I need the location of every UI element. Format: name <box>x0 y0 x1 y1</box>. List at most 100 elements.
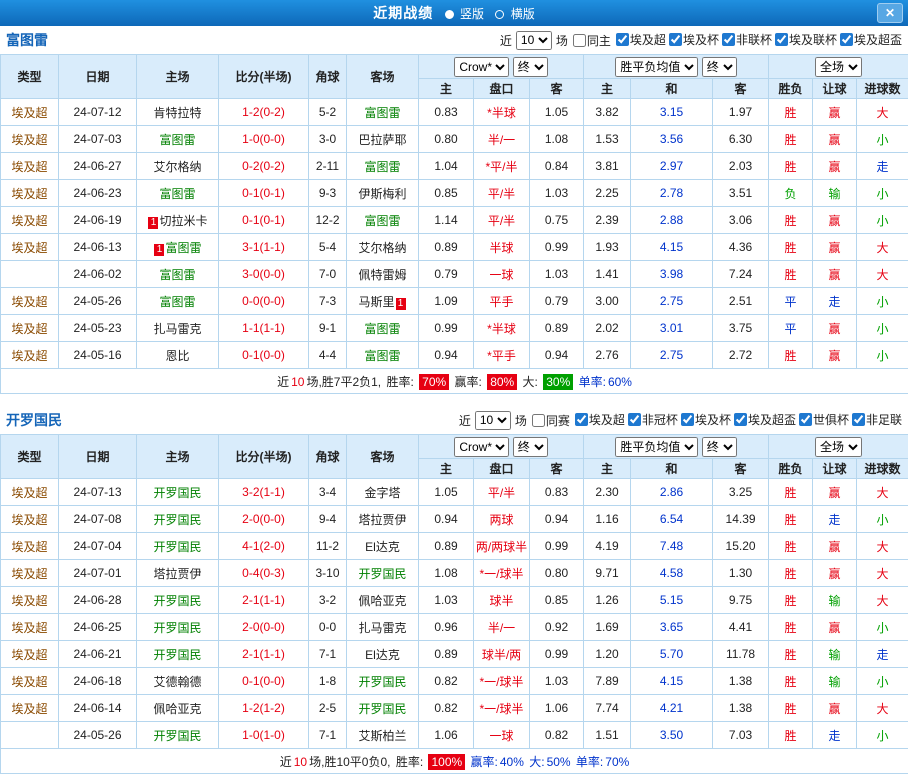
odds-time-select[interactable]: 终 <box>513 437 548 457</box>
odds-company-select[interactable]: Crow* <box>454 437 509 457</box>
match-count-select[interactable]: 10 <box>475 411 511 430</box>
league-checkbox[interactable] <box>840 33 853 46</box>
score: 0-0(0-0) <box>219 288 309 315</box>
titlebar: 近期战绩 竖版 横版 ✕ <box>0 0 908 26</box>
league-type: 埃及超 <box>1 587 59 614</box>
league-filter[interactable]: 埃及联杯 <box>775 31 837 48</box>
avg-draw-odds: 3.65 <box>631 614 713 641</box>
home-team: 1切拉米卡 <box>137 207 219 234</box>
league-checkbox[interactable] <box>681 413 694 426</box>
league-checkbox[interactable] <box>669 33 682 46</box>
result-wdl: 胜 <box>769 479 813 506</box>
league-checkbox[interactable] <box>852 413 865 426</box>
league-checkbox[interactable] <box>775 33 788 46</box>
home-water-odds: 0.94 <box>419 342 474 369</box>
away-team: 塔拉贾伊 <box>347 506 419 533</box>
close-button[interactable]: ✕ <box>877 3 903 23</box>
scope-select[interactable]: 全场 <box>815 437 862 457</box>
match-row: 埃及超24-06-28开罗国民2-1(1-1)3-2佩哈亚克1.03球半0.85… <box>1 587 908 614</box>
stat-value: 60% <box>608 375 632 389</box>
filter-bar: 近 10 场 同赛 埃及超非冠杯埃及杯埃及超盃世俱杯非足联 <box>459 411 902 430</box>
result-handicap: 赢 <box>813 533 857 560</box>
handicap-line: *一/球半 <box>474 560 530 587</box>
avg-away-odds: 3.06 <box>713 207 769 234</box>
league-checkbox[interactable] <box>616 33 629 46</box>
same-condition-input[interactable] <box>573 34 586 47</box>
avg-draw-odds: 2.78 <box>631 180 713 207</box>
league-filter[interactable]: 世俱杯 <box>799 411 849 428</box>
score: 2-1(1-1) <box>219 587 309 614</box>
same-condition-input[interactable] <box>532 414 545 427</box>
league-filter[interactable]: 埃及超盃 <box>840 31 902 48</box>
avg-draw-odds: 3.01 <box>631 315 713 342</box>
away-team: 金字塔 <box>347 479 419 506</box>
league-checkbox[interactable] <box>628 413 641 426</box>
horizontal-layout-radio[interactable] <box>495 10 504 19</box>
score: 0-2(0-2) <box>219 153 309 180</box>
match-date: 24-06-14 <box>59 695 137 722</box>
result-goals: 大 <box>857 479 908 506</box>
col-avg-draw: 和 <box>631 79 713 99</box>
avg-home-odds: 1.93 <box>584 234 631 261</box>
league-filter[interactable]: 非联杯 <box>722 31 772 48</box>
odds-time-select[interactable]: 终 <box>513 57 548 77</box>
col-avg-away: 客 <box>713 79 769 99</box>
same-condition-checkbox[interactable]: 同主 <box>573 32 611 49</box>
away-water-odds: 0.84 <box>530 153 584 180</box>
match-count-select[interactable]: 10 <box>516 31 552 50</box>
avg-odds-select[interactable]: 胜平负均值 <box>615 437 698 457</box>
team-panel: 开罗国民 近 10 场 同赛 埃及超非冠杯埃及杯埃及超盃世俱杯非足联 <box>0 406 908 774</box>
home-team-name: 扎马雷克 <box>153 322 201 336</box>
vertical-layout-label[interactable]: 竖版 <box>460 7 484 21</box>
home-team-name: 富图雷 <box>165 241 201 255</box>
league-filter[interactable]: 埃及杯 <box>681 411 731 428</box>
col-odds-home: 主 <box>419 79 474 99</box>
away-water-odds: 1.03 <box>530 668 584 695</box>
avg-home-odds: 2.76 <box>584 342 631 369</box>
home-water-odds: 1.04 <box>419 153 474 180</box>
avg-time-select[interactable]: 终 <box>702 437 737 457</box>
home-team: 1富图雷 <box>137 234 219 261</box>
score: 0-1(0-1) <box>219 207 309 234</box>
col-type: 类型 <box>1 55 59 99</box>
league-filter[interactable]: 非足联 <box>852 411 902 428</box>
handicap-line: *平手 <box>474 342 530 369</box>
result-goals: 走 <box>857 153 908 180</box>
games-label: 场 <box>556 32 568 49</box>
corners: 9-3 <box>309 180 347 207</box>
league-checkbox[interactable] <box>722 33 735 46</box>
odds-company-select[interactable]: Crow* <box>454 57 509 77</box>
league-filter[interactable]: 埃及杯 <box>669 31 719 48</box>
stat-label: 大: <box>519 375 541 389</box>
vertical-layout-radio[interactable] <box>445 10 454 19</box>
result-goals: 小 <box>857 506 908 533</box>
avg-draw-odds: 2.86 <box>631 479 713 506</box>
league-filter[interactable]: 非冠杯 <box>628 411 678 428</box>
odds-group-header: Crow* 终 <box>419 55 584 79</box>
avg-away-odds: 7.24 <box>713 261 769 288</box>
result-goals: 小 <box>857 342 908 369</box>
league-filter[interactable]: 埃及超 <box>575 411 625 428</box>
corners: 3-4 <box>309 479 347 506</box>
league-checkbox[interactable] <box>799 413 812 426</box>
avg-time-select[interactable]: 终 <box>702 57 737 77</box>
avg-draw-odds: 2.75 <box>631 342 713 369</box>
home-team: 开罗国民 <box>137 614 219 641</box>
result-handicap: 赢 <box>813 560 857 587</box>
horizontal-layout-label[interactable]: 横版 <box>511 7 535 21</box>
scope-select[interactable]: 全场 <box>815 57 862 77</box>
league-checkbox[interactable] <box>575 413 588 426</box>
summary-row: 近10场,胜10平0负0, 胜率: 100% 赢率:40% 大:50% 单率:7… <box>1 749 908 774</box>
league-filter[interactable]: 埃及超盃 <box>734 411 796 428</box>
league-checkbox[interactable] <box>734 413 747 426</box>
home-water-odds: 1.14 <box>419 207 474 234</box>
league-filter[interactable]: 埃及超 <box>616 31 666 48</box>
score: 0-4(0-3) <box>219 560 309 587</box>
avg-home-odds: 3.00 <box>584 288 631 315</box>
result-goals: 大 <box>857 234 908 261</box>
corners: 7-1 <box>309 641 347 668</box>
avg-odds-select[interactable]: 胜平负均值 <box>615 57 698 77</box>
match-date: 24-06-02 <box>59 261 137 288</box>
same-condition-checkbox[interactable]: 同赛 <box>532 412 570 429</box>
scope-group-header: 全场 <box>769 435 908 459</box>
